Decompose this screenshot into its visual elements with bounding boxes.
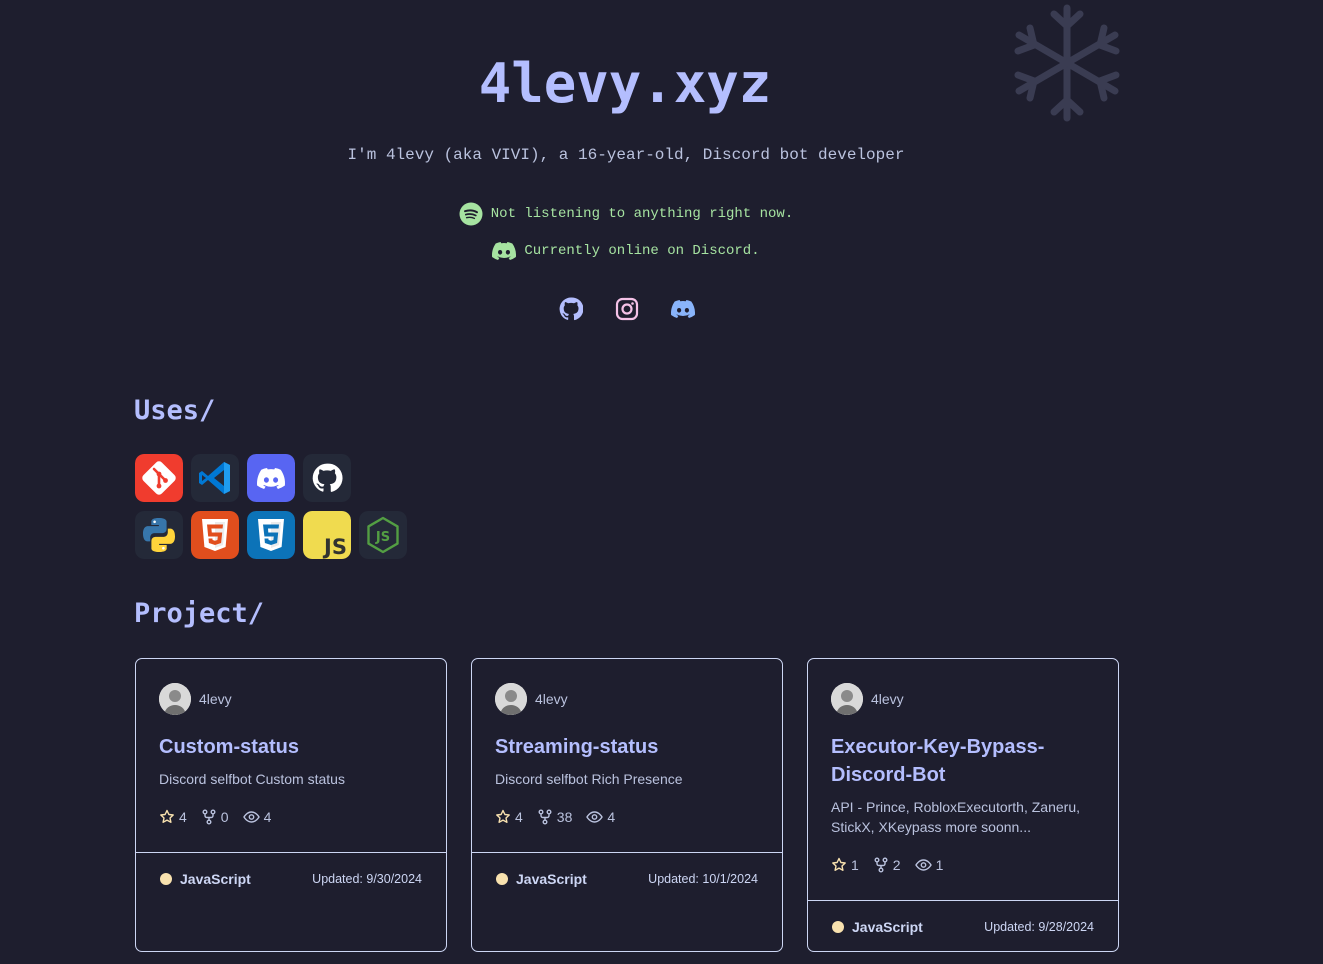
language-label: JavaScript — [516, 871, 587, 887]
repo-language: JavaScript — [496, 871, 587, 887]
site-title: 4levy.xyz — [478, 52, 772, 115]
eye-icon — [914, 859, 932, 871]
repo-stats: 4 38 4 — [495, 809, 759, 825]
stars-stat: 4 — [159, 809, 187, 825]
spotify-status-text: Not listening to anything right now. — [490, 206, 794, 222]
social-links — [0, 296, 1254, 322]
svg-text:JS: JS — [375, 530, 390, 545]
repo-description: Discord selfbot Custom status — [159, 771, 345, 787]
github-icon — [303, 454, 351, 502]
uses-icons: JS JS — [135, 454, 407, 568]
repo-stats: 4 0 4 — [159, 809, 423, 825]
watchers-count: 4 — [607, 809, 616, 825]
spotify-icon — [459, 202, 483, 226]
watchers-count: 4 — [263, 809, 272, 825]
language-label: JavaScript — [852, 919, 923, 935]
discord-icon — [492, 242, 517, 260]
star-icon — [496, 809, 510, 823]
repo-language: JavaScript — [832, 919, 923, 935]
uses-row — [135, 454, 407, 502]
instagram-link[interactable] — [615, 296, 639, 322]
stars-stat: 4 — [495, 809, 523, 825]
repo-owner: 4levy — [495, 683, 759, 715]
eye-icon — [586, 811, 604, 823]
forks-stat: 38 — [537, 809, 573, 825]
language-dot — [496, 873, 508, 885]
watchers-stat: 4 — [242, 809, 272, 825]
repo-name[interactable]: Executor-Key-Bypass-Discord-Bot — [831, 733, 1071, 789]
repo-name[interactable]: Streaming-status — [495, 733, 759, 761]
spotify-status: Not listening to anything right now. — [0, 202, 1252, 226]
repo-name[interactable]: Custom-status — [159, 733, 423, 761]
html5-icon — [191, 511, 239, 559]
owner-name: 4levy — [871, 691, 904, 707]
svg-text:JS: JS — [322, 535, 347, 559]
stars-count: 4 — [179, 809, 187, 825]
uses-heading: Uses/ — [134, 395, 216, 426]
project-heading: Project/ — [134, 598, 265, 629]
forks-count: 2 — [892, 857, 901, 873]
updated-date: Updated: 10/1/2024 — [648, 872, 758, 886]
language-dot — [160, 873, 172, 885]
eye-icon — [242, 811, 260, 823]
project-card[interactable]: 4levy Custom-status Discord selfbot Cust… — [135, 658, 447, 952]
forks-count: 38 — [556, 809, 573, 825]
forks-count: 0 — [220, 809, 229, 825]
owner-name: 4levy — [199, 691, 232, 707]
star-icon — [160, 809, 174, 823]
repo-owner: 4levy — [159, 683, 423, 715]
updated-date: Updated: 9/28/2024 — [984, 920, 1094, 934]
discord-link[interactable] — [671, 296, 695, 322]
project-card[interactable]: 4levy Streaming-status Discord selfbot R… — [471, 658, 783, 952]
language-dot — [832, 921, 844, 933]
nodejs-icon: JS — [359, 511, 407, 559]
fork-icon — [874, 857, 888, 873]
github-link[interactable] — [559, 296, 583, 322]
stars-count: 4 — [515, 809, 523, 825]
instagram-icon — [615, 297, 639, 321]
watchers-count: 1 — [935, 857, 944, 873]
uses-row: JS JS — [135, 511, 407, 559]
site-subtitle: I'm 4levy (aka VIVI), a 16-year-old, Dis… — [347, 146, 905, 164]
discord-icon — [671, 300, 695, 318]
avatar — [831, 683, 863, 715]
watchers-stat: 4 — [586, 809, 615, 825]
language-label: JavaScript — [180, 871, 251, 887]
avatar — [159, 683, 191, 715]
avatar — [495, 683, 527, 715]
owner-name: 4levy — [535, 691, 568, 707]
python-icon — [135, 511, 183, 559]
discord-icon — [247, 454, 295, 502]
github-icon — [559, 297, 583, 321]
repo-stats: 1 2 1 — [831, 857, 1095, 873]
repo-owner: 4levy — [831, 683, 1095, 715]
git-icon — [135, 454, 183, 502]
repo-language: JavaScript — [160, 871, 251, 887]
discord-status: Currently online on Discord. — [0, 242, 1252, 260]
star-icon — [832, 857, 846, 871]
updated-date: Updated: 9/30/2024 — [312, 872, 422, 886]
fork-icon — [202, 809, 216, 825]
css3-icon — [247, 511, 295, 559]
repo-description: Discord selfbot Rich Presence — [495, 771, 683, 787]
stars-count: 1 — [851, 857, 859, 873]
vscode-icon — [191, 454, 239, 502]
forks-stat: 2 — [873, 857, 901, 873]
stars-stat: 1 — [831, 857, 859, 873]
project-card[interactable]: 4levy Executor-Key-Bypass-Discord-Bot AP… — [807, 658, 1119, 952]
javascript-icon: JS — [303, 511, 351, 559]
repo-description: API - Prince, RobloxExecutorth, Zaneru, … — [831, 799, 1080, 835]
watchers-stat: 1 — [914, 857, 944, 873]
forks-stat: 0 — [201, 809, 229, 825]
discord-status-text: Currently online on Discord. — [524, 243, 760, 259]
fork-icon — [538, 809, 552, 825]
